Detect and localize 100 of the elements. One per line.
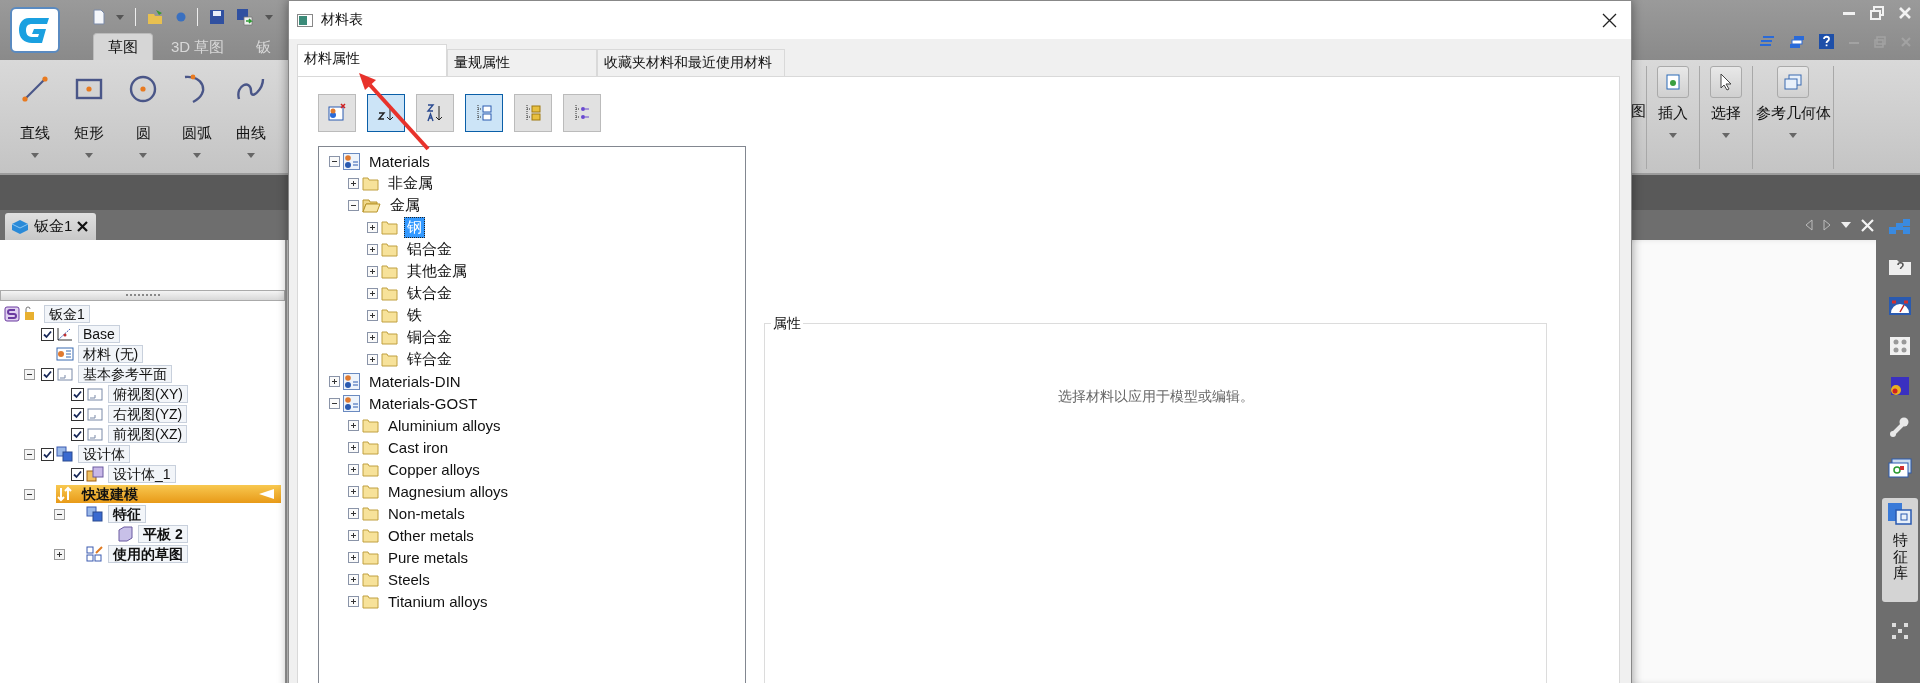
splitter-handle[interactable] [0,290,285,301]
tree-item-label[interactable]: Steels [385,569,433,589]
dropdown-caret-icon[interactable] [116,14,124,20]
tree-item-label[interactable]: 材料 (无) [78,345,144,363]
app-logo-icon[interactable] [10,7,60,53]
expand-icon[interactable] [348,463,359,475]
document-tab[interactable]: 钣金1 [5,213,97,240]
next-icon[interactable] [1823,219,1831,231]
expand-icon[interactable] [348,441,359,453]
collapse-icon[interactable] [23,368,35,380]
tree-item-label[interactable]: 特征 [108,505,146,523]
expand-icon[interactable] [348,419,359,431]
tree-item-label[interactable]: 基本参考平面 [78,365,172,383]
tree-item-label[interactable]: 使用的草图 [108,545,188,563]
dropdown-caret-icon[interactable] [1841,222,1851,228]
wrench-icon[interactable] [1889,416,1911,438]
tree-item-label[interactable]: 铜合金 [404,326,455,348]
tree-view-button[interactable] [465,94,503,132]
group-label[interactable]: 插入 [1658,104,1688,123]
new-document-icon[interactable] [93,9,105,25]
dropdown-caret-icon[interactable] [31,153,39,158]
collapse-icon[interactable] [329,155,340,167]
collapse-icon[interactable] [348,199,359,211]
tree-item-label[interactable]: 锌合金 [404,348,455,370]
grip-icon[interactable] [125,294,160,297]
dropdown-caret-icon[interactable] [85,153,93,158]
ribbon-tab[interactable]: 草图 [93,33,153,60]
line-icon[interactable] [19,73,51,105]
checkbox[interactable] [40,447,54,461]
select-button[interactable] [1710,66,1742,98]
expand-icon[interactable] [367,243,378,255]
tree-item-label[interactable]: Cast iron [385,437,452,457]
dropdown-caret-icon[interactable] [265,14,273,20]
tool-label[interactable]: 圆弧 [182,124,212,143]
tree-item-label[interactable]: 右视图(YZ) [108,405,188,423]
collapse-icon[interactable] [53,508,65,520]
dropdown-caret-icon[interactable] [139,153,147,158]
tree-item-label[interactable]: Titanium alloys [385,591,491,611]
expand-icon[interactable] [367,221,378,233]
collapse-icon[interactable] [329,397,340,409]
highlighted-tree-item[interactable]: 快速建模 [56,485,281,503]
dropdown-caret-icon[interactable] [1789,133,1797,138]
save-as-icon[interactable] [236,8,254,26]
tree-item-label[interactable]: 设计体_1 [108,465,176,483]
tree-item-label[interactable]: Magnesium alloys [385,481,512,501]
tree-item-label[interactable]: 非金属 [385,172,436,194]
tree-item-label[interactable]: 前视图(XZ) [108,425,188,443]
help-icon[interactable] [1819,34,1834,49]
expand-icon[interactable] [367,353,378,365]
dropdown-caret-icon[interactable] [1669,133,1677,138]
tree-item-label[interactable]: 平板 2 [138,525,188,543]
restore-icon[interactable] [1870,6,1884,20]
dropdown-caret-icon[interactable] [193,153,201,158]
tab[interactable]: 量规属性 [447,49,597,76]
insert-button[interactable] [1657,66,1689,98]
list-view-button[interactable] [563,94,601,132]
expand-icon[interactable] [348,595,359,607]
save-icon[interactable] [209,9,225,25]
group-label[interactable]: 参考几何体 [1755,104,1831,123]
expand-icon[interactable] [367,287,378,299]
close-icon[interactable] [77,221,89,232]
tree-item-label[interactable]: 钛合金 [404,282,455,304]
collapse-icon[interactable] [23,488,35,500]
tree-item-label[interactable]: Non-metals [385,503,468,523]
checkbox[interactable] [40,367,54,381]
expand-icon[interactable] [348,485,359,497]
tree-item-label[interactable]: 设计体 [78,445,130,463]
tree-item-label[interactable]: Other metals [385,525,477,545]
collapse-icon[interactable] [23,448,35,460]
group-label[interactable]: 选择 [1711,104,1741,123]
feature-library-tab[interactable]: 特征库 [1882,498,1918,602]
gauge-icon[interactable] [1888,296,1912,316]
tree-item-label[interactable]: Aluminium alloys [385,415,504,435]
tree-item-label[interactable]: Materials [366,151,433,171]
add-material-button[interactable] [318,94,356,132]
tree-item-label[interactable]: 铁 [404,304,425,326]
dropdown-caret-icon[interactable] [247,153,255,158]
expand-icon[interactable] [348,507,359,519]
checkbox[interactable] [70,427,84,441]
dots-grid-icon[interactable] [1891,621,1909,640]
checkbox[interactable] [70,387,84,401]
previous-icon[interactable] [1805,219,1813,231]
tree-item-label[interactable]: Materials-GOST [366,393,481,413]
tree-item-label[interactable]: 其他金属 [404,260,470,282]
tool-label[interactable]: 曲线 [236,124,266,143]
expand-icon[interactable] [367,309,378,321]
dropdown-caret-icon[interactable] [1722,133,1730,138]
expand-icon[interactable] [348,177,359,189]
tree-item-label[interactable]: Base [78,325,120,343]
heatmap-icon[interactable] [1890,376,1910,396]
checkbox[interactable] [70,467,84,481]
tree-item-label[interactable]: 铝合金 [404,238,455,260]
tree-item-label[interactable]: Copper alloys [385,459,483,479]
tree-item-label[interactable]: 俯视图(XY) [108,385,188,403]
expand-icon[interactable] [53,548,65,560]
tree-item-label[interactable]: 钣金1 [44,305,90,323]
tool-label[interactable]: 直线 [20,124,50,143]
stacked-pages-icon[interactable] [1789,34,1805,49]
expand-icon[interactable] [348,551,359,563]
expand-icon[interactable] [348,529,359,541]
